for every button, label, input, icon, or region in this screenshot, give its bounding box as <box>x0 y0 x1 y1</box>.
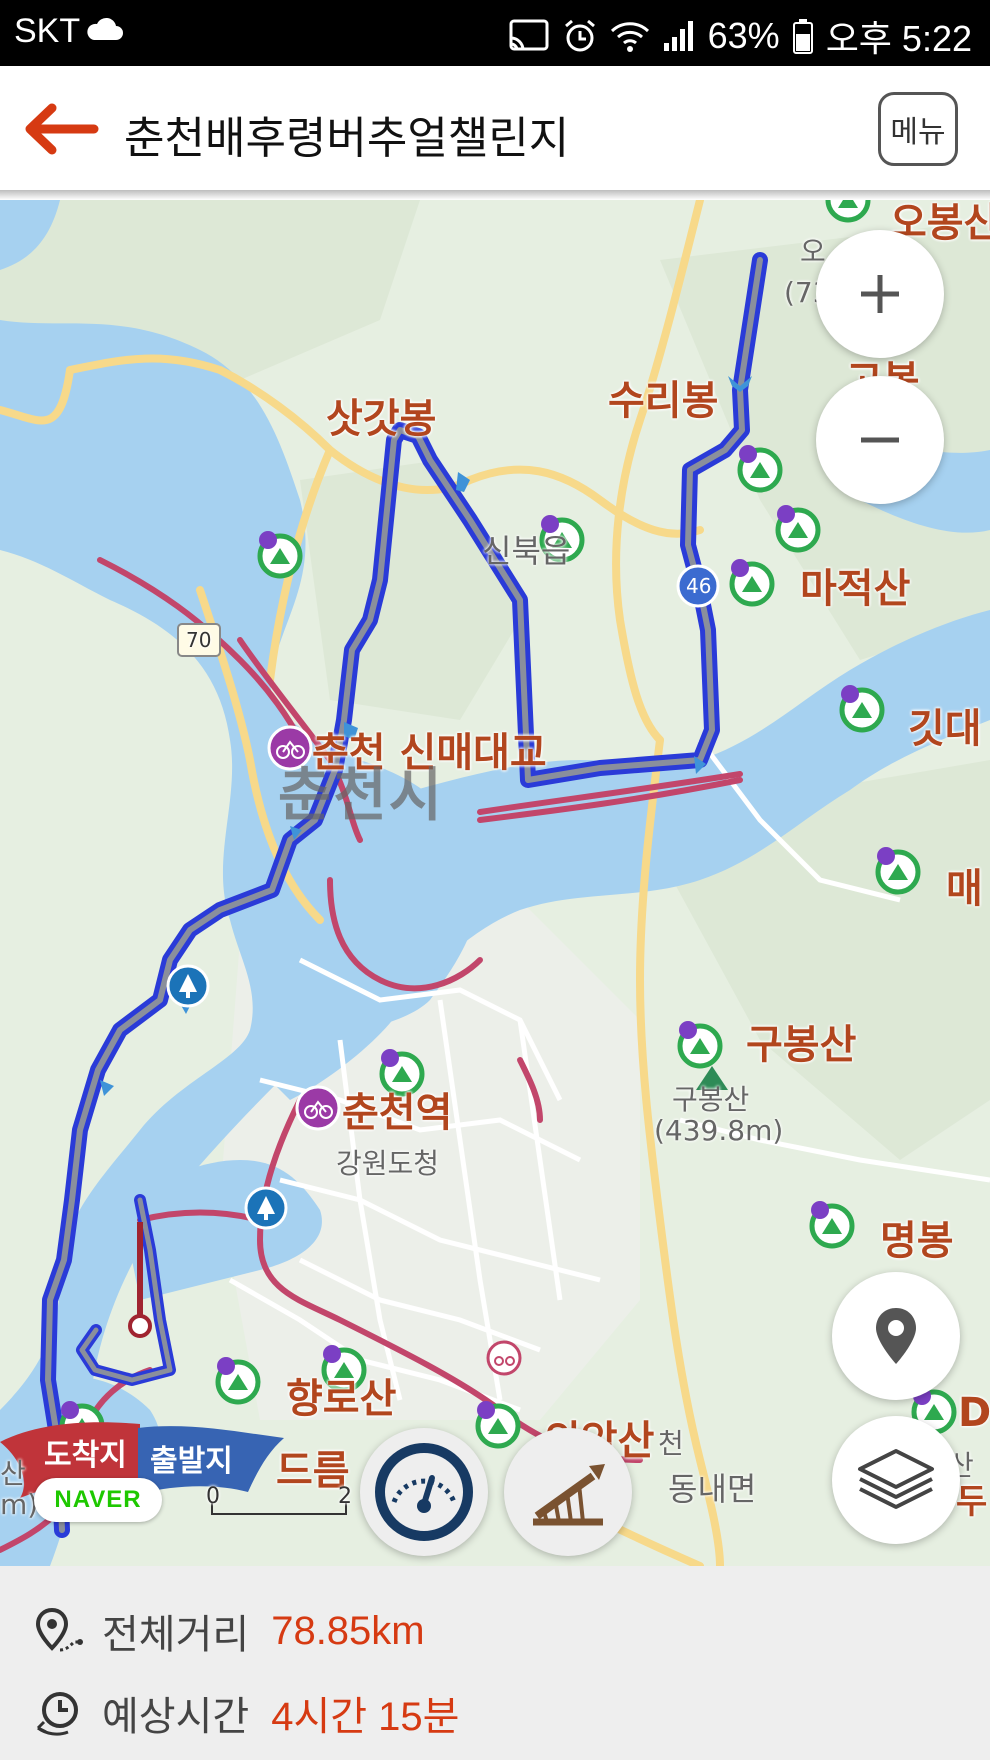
app-header: 춘천배후령버추얼챌린지 메뉴 <box>0 66 990 190</box>
plus-icon <box>861 275 899 313</box>
naver-logo: NAVER <box>34 1478 162 1522</box>
page-title: 춘천배후령버추얼챌린지 <box>124 113 570 164</box>
clock-icon <box>36 1692 78 1736</box>
map-label-left-san: 산 <box>0 1457 26 1490</box>
time-row: 예상시간 4시간 15분 <box>34 1684 459 1742</box>
slope-icon <box>533 1464 605 1526</box>
road-shield-46: 46 <box>686 574 712 598</box>
battery-icon <box>792 19 813 54</box>
signal-icon <box>663 21 693 51</box>
scale-left-label: 0 <box>206 1484 220 1509</box>
map-label-o-top: 오 <box>800 235 826 268</box>
battery-percent: 63% <box>707 15 780 56</box>
clock: 오후 5:22 <box>825 18 972 59</box>
map-label-chuncheon-station: 춘천역 <box>342 1090 453 1136</box>
layers-icon <box>858 1449 934 1509</box>
road-shield-70: 70 <box>186 628 212 652</box>
cloud-icon <box>87 17 123 40</box>
map-label-majeoksan: 마적산 <box>800 566 911 612</box>
distance-row: 전체거리 78.85km <box>34 1602 425 1660</box>
speedometer-icon <box>375 1443 473 1541</box>
map-label-du-right: 두 <box>956 1482 988 1522</box>
route-map[interactable]: 도착지 출발지 삿갓봉 수리봉 마적산 깃대 매 구봉산 명봉 향로산 드름 의… <box>0 200 990 1566</box>
map-label-d: D <box>958 1390 990 1436</box>
start-flag-label: 출발지 <box>150 1444 233 1479</box>
distance-pin-icon <box>35 1607 83 1652</box>
distance-value: 78.85km <box>271 1608 425 1653</box>
status-bar: SKT 63% 오후 5:22 <box>0 0 990 66</box>
time-label: 예상시간 <box>102 1694 250 1740</box>
minus-icon <box>861 437 899 443</box>
map-label-dongnae: 동내면 <box>668 1470 757 1508</box>
menu-button[interactable]: 메뉴 <box>878 92 958 166</box>
route-info-panel: 전체거리 78.85km 예상시간 4시간 15분 <box>0 1566 990 1760</box>
status-icons: 63% 오후 5:22 <box>508 10 972 62</box>
location-pin-icon <box>876 1308 916 1364</box>
map-label-gubongsan-elev: (439.8m) <box>654 1114 784 1147</box>
time-value: 4시간 15분 <box>271 1695 460 1739</box>
map-label-hyangrosan: 향로산 <box>286 1376 397 1422</box>
map-label-suribong: 수리봉 <box>608 378 719 424</box>
map-label-satgatbong: 삿갓봉 <box>326 396 437 442</box>
end-flag-label: 도착지 <box>44 1438 127 1473</box>
speed-button[interactable] <box>360 1428 488 1556</box>
map-label-gangwon: 강원도청 <box>336 1147 440 1180</box>
my-location-button[interactable] <box>832 1272 960 1400</box>
wifi-icon <box>610 22 649 52</box>
zoom-in-button[interactable] <box>816 230 944 358</box>
cast-icon <box>509 19 549 51</box>
alarm-icon <box>564 19 595 52</box>
back-button[interactable] <box>20 100 100 158</box>
map-label-city: 춘천시 <box>278 761 445 829</box>
arrow-left-icon <box>25 103 99 155</box>
header-divider <box>0 190 990 200</box>
elevation-button[interactable] <box>504 1428 632 1556</box>
zoom-out-button[interactable] <box>816 376 944 504</box>
map-label-gubongsan: 구봉산 <box>746 1022 857 1068</box>
map-layers-button[interactable] <box>832 1416 960 1544</box>
scale-bar <box>211 1502 347 1515</box>
map-label-left-m: m) <box>0 1488 39 1521</box>
carrier-label: SKT <box>14 12 81 50</box>
map-label-mae: 매 <box>946 866 983 912</box>
distance-label: 전체거리 <box>102 1612 250 1658</box>
map-label-myeongbong: 명봉 <box>880 1218 954 1264</box>
map-label-gubongsan-sub: 구봉산 <box>672 1083 750 1116</box>
scale-right-label: 2 <box>338 1484 352 1509</box>
map-label-cheon: 천 <box>658 1427 684 1460</box>
map-label-gitdae: 깃대 <box>908 706 982 752</box>
map-label-sinbuk: 신북읍 <box>482 532 571 570</box>
